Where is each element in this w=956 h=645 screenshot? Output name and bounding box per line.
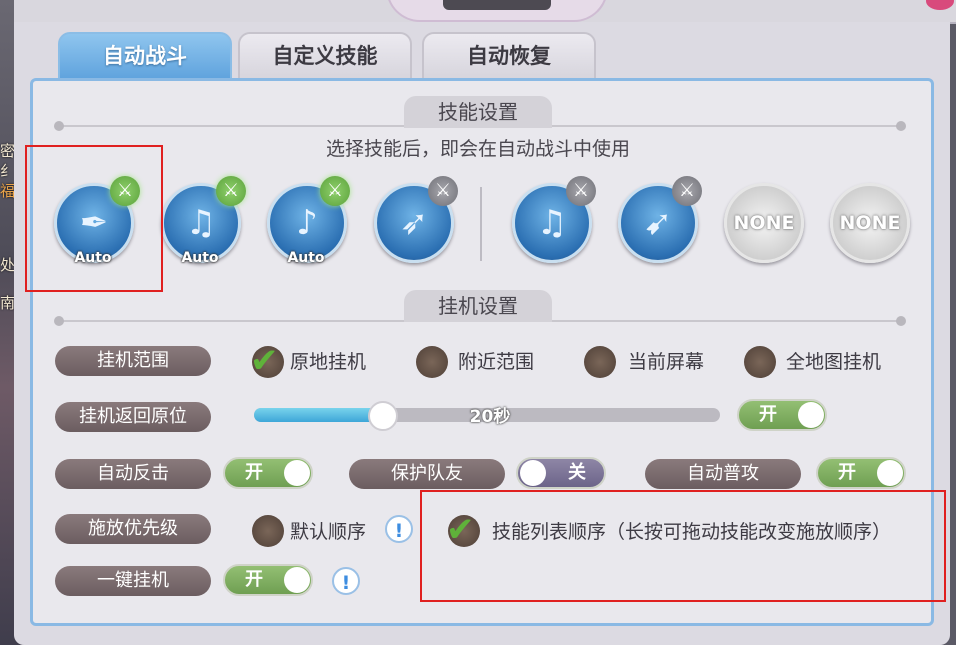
auto-attack-label: 自动普攻 xyxy=(645,459,801,489)
side-text: 处 xyxy=(0,256,16,274)
return-position-toggle[interactable]: 开 xyxy=(737,399,827,431)
toggle-label: 开 xyxy=(759,404,777,425)
range-radio-4[interactable] xyxy=(744,346,776,378)
toggle-knob xyxy=(284,460,310,486)
one-key-idle-toggle[interactable]: 开 xyxy=(223,564,313,596)
range-option-label[interactable]: 当前屏幕 xyxy=(628,347,704,377)
toggle-label: 开 xyxy=(838,462,856,483)
none-skill-icon: NONE xyxy=(839,212,901,234)
toggle-label: 开 xyxy=(245,462,263,483)
return-position-label: 挂机返回原位 xyxy=(55,402,211,432)
skill-disabled-badge-icon[interactable]: ⚔ xyxy=(566,176,596,206)
close-gem-icon[interactable] xyxy=(926,0,954,10)
toggle-label: 关 xyxy=(568,462,586,483)
range-radio-3[interactable] xyxy=(584,346,616,378)
side-text: 福 xyxy=(0,182,16,200)
tab-custom-skill[interactable]: 自定义技能 xyxy=(238,32,412,82)
toggle-label: 开 xyxy=(245,569,263,590)
highlight-box xyxy=(25,145,163,292)
skill-auto-label: Auto xyxy=(287,250,325,266)
skill-slot-7[interactable]: NONE xyxy=(724,183,804,263)
slider-knob[interactable] xyxy=(368,401,398,431)
side-text: 南 xyxy=(0,294,16,312)
priority-option-label[interactable]: 默认顺序 xyxy=(290,517,366,547)
one-key-idle-label: 一键挂机 xyxy=(55,566,211,596)
divider-dot xyxy=(896,121,906,131)
slider-value: 20秒 xyxy=(469,407,511,427)
tab-auto-recover[interactable]: 自动恢复 xyxy=(422,32,596,82)
window-top-bar xyxy=(14,0,956,24)
info-icon[interactable]: ! xyxy=(332,567,360,595)
skill-divider xyxy=(480,187,482,261)
skill-disabled-badge-icon[interactable]: ⚔ xyxy=(672,176,702,206)
auto-counter-toggle[interactable]: 开 xyxy=(223,457,313,489)
divider-dot xyxy=(54,121,64,131)
range-radio-2[interactable] xyxy=(416,346,448,378)
skill-auto-label: Auto xyxy=(181,250,219,266)
protect-team-toggle[interactable]: 关 xyxy=(516,457,606,489)
skill-section-title: 技能设置 xyxy=(404,96,552,128)
range-option-label[interactable]: 全地图挂机 xyxy=(786,347,881,377)
divider-dot xyxy=(896,316,906,326)
skill-enabled-badge-icon[interactable]: ⚔ xyxy=(216,176,246,206)
toggle-knob xyxy=(520,460,546,486)
range-option-label[interactable]: 原地挂机 xyxy=(290,347,366,377)
none-skill-icon: NONE xyxy=(733,212,795,234)
skill-disabled-badge-icon[interactable]: ⚔ xyxy=(428,176,458,206)
auto-attack-toggle[interactable]: 开 xyxy=(816,457,906,489)
checkmark-icon: ✔ xyxy=(250,341,279,381)
idle-range-label: 挂机范围 xyxy=(55,346,211,376)
protect-team-label: 保护队友 xyxy=(349,459,505,489)
idle-section-title: 挂机设置 xyxy=(404,290,552,322)
skill-slot-8[interactable]: NONE xyxy=(830,183,910,263)
divider-dot xyxy=(54,316,64,326)
range-option-label[interactable]: 附近范围 xyxy=(458,347,534,377)
toggle-knob xyxy=(284,567,310,593)
side-text: 纟 xyxy=(0,162,16,180)
cast-priority-label: 施放优先级 xyxy=(55,514,211,544)
toggle-knob xyxy=(877,460,903,486)
toggle-knob xyxy=(798,402,824,428)
info-icon[interactable]: ! xyxy=(385,515,413,543)
priority-radio-default[interactable] xyxy=(252,515,284,547)
tab-auto-battle[interactable]: 自动战斗 xyxy=(58,32,232,82)
auto-counter-label: 自动反击 xyxy=(55,459,211,489)
highlight-box xyxy=(420,490,946,602)
skill-enabled-badge-icon[interactable]: ⚔ xyxy=(320,176,350,206)
top-ornament xyxy=(386,0,608,22)
slider-fill xyxy=(254,408,384,422)
